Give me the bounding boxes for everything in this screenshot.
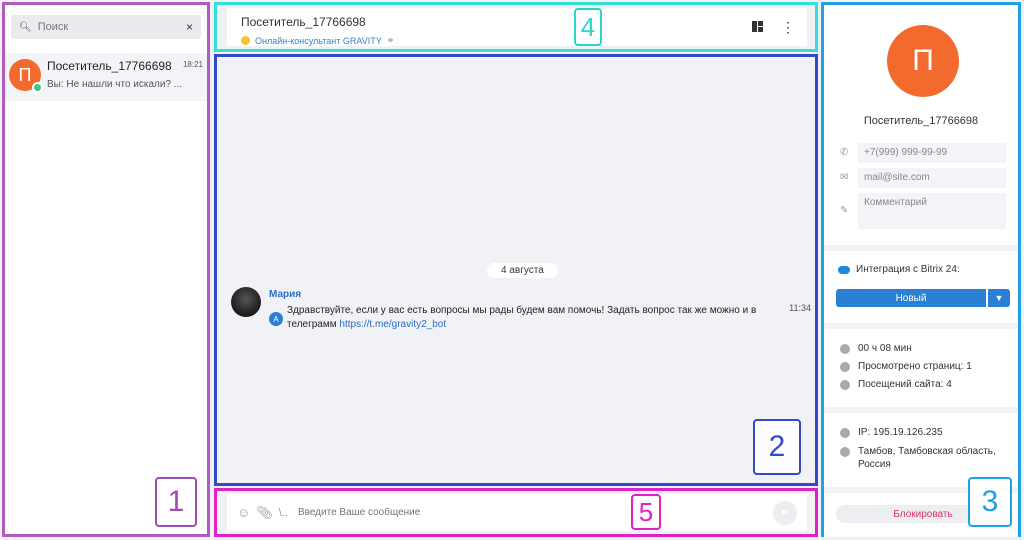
chat-header: Посетитель_17766698 Онлайн-консультант G… — [227, 8, 807, 46]
integration-section: Интеграция с Bitrix 24: Новый ▼ — [824, 251, 1018, 323]
external-link-icon — [840, 427, 850, 438]
visitor-ip: IP: 195.19.126.235 — [858, 427, 943, 438]
message-input[interactable] — [297, 507, 773, 518]
globe-icon — [840, 447, 850, 457]
panel-number-badge-1: 1 — [155, 477, 197, 527]
panel-number-badge-3: 3 — [968, 477, 1012, 527]
message-text: Здравствуйте, если у вас есть вопросы мы… — [287, 304, 767, 332]
link-icon[interactable]: ⚭ — [387, 35, 395, 46]
message-link[interactable]: https://t.me/gravity2_bot — [339, 319, 446, 330]
chat-name: Посетитель_17766698 — [47, 59, 172, 73]
visitor-profile-section: П Посетитель_17766698 ✆ +7(999) 999-99-9… — [824, 5, 1018, 245]
eye-icon — [840, 361, 850, 372]
panel-number-badge-4: 4 — [574, 8, 602, 46]
status-dot-icon — [241, 36, 250, 45]
chat-header-panel: Посетитель_17766698 Онлайн-консультант G… — [214, 2, 818, 52]
visits-icon — [840, 379, 850, 390]
online-indicator — [32, 82, 43, 93]
clear-search-icon[interactable]: × — [186, 20, 193, 34]
integration-label: Интеграция с Bitrix 24: — [856, 264, 960, 275]
pages-viewed: Просмотрено страниц: 1 — [858, 361, 972, 372]
visitor-name[interactable]: Посетитель_17766698 — [824, 115, 1018, 127]
cloud-icon — [838, 265, 850, 274]
message-input-panel: ☺ 📎︎ \.. ► 5 — [214, 488, 818, 537]
author-avatar — [231, 287, 261, 317]
status-select[interactable]: Новый ▼ — [836, 289, 1010, 307]
panel-number-badge-2: 2 — [753, 419, 801, 475]
panel-number-badge-5: 5 — [631, 494, 661, 530]
message-author: Мария — [269, 289, 302, 300]
messages-panel: 4 августа Мария А Здравствуйте, если у в… — [214, 54, 818, 486]
search-input[interactable]: Поиск — [38, 21, 186, 33]
comment-icon: ✎ — [840, 205, 849, 216]
chat-title: Посетитель_17766698 — [241, 15, 366, 29]
send-button[interactable]: ► — [773, 500, 797, 525]
email-field[interactable]: mail@site.com — [858, 168, 1006, 188]
message-time: 11:34 — [789, 303, 811, 313]
search-box[interactable]: 🔍︎ Поиск × — [11, 15, 201, 39]
message-composer: ☺ 📎︎ \.. ► — [227, 494, 807, 531]
location-section: IP: 195.19.126.235 Тамбов, Тамбовская об… — [824, 413, 1018, 487]
chevron-down-icon[interactable]: ▼ — [988, 289, 1010, 307]
operator-name: Онлайн-консультант GRAVITY — [255, 35, 382, 46]
site-visits: Посещений сайта: 4 — [858, 379, 952, 390]
avatar-initial: П — [18, 64, 32, 85]
visit-stats-section: 00 ч 08 мин Просмотрено страниц: 1 Посещ… — [824, 329, 1018, 407]
date-separator: 4 августа — [487, 263, 558, 278]
avatar: П — [9, 59, 43, 93]
visitor-avatar: П — [887, 25, 959, 97]
more-menu-icon[interactable]: ⋮ — [781, 20, 795, 34]
mail-icon: ✉ — [840, 172, 849, 183]
search-icon: 🔍︎ — [19, 21, 32, 33]
operator-badge: А — [269, 312, 283, 326]
attach-icon[interactable]: 📎︎ — [256, 505, 273, 521]
layout-icon[interactable] — [752, 21, 763, 32]
chat-preview: Вы: Не нашли что искали? ... — [47, 79, 183, 90]
phone-icon: ✆ — [840, 147, 849, 158]
emoji-icon[interactable]: ☺ — [237, 505, 250, 520]
app-root: 🔍︎ Поиск × П Посетитель_17766698 Вы: Не … — [0, 0, 1024, 540]
session-time: 00 ч 08 мин — [858, 343, 912, 354]
phone-field[interactable]: +7(999) 999-99-99 — [858, 143, 1006, 163]
status-value[interactable]: Новый — [836, 289, 986, 307]
visitor-location: Тамбов, Тамбовская область, Россия — [858, 446, 996, 470]
chat-subtitle: Онлайн-консультант GRAVITY ⚭ — [241, 35, 394, 46]
send-icon: ► — [780, 507, 790, 518]
visitor-info-panel: П Посетитель_17766698 ✆ +7(999) 999-99-9… — [821, 2, 1021, 537]
comment-field[interactable]: Комментарий — [858, 193, 1006, 229]
chat-list-panel: 🔍︎ Поиск × П Посетитель_17766698 Вы: Не … — [2, 2, 210, 537]
clock-icon — [840, 343, 850, 354]
chat-time: 18:21 — [182, 60, 203, 69]
chat-list-item[interactable]: П Посетитель_17766698 Вы: Не нашли что и… — [5, 53, 207, 101]
quick-replies-icon[interactable]: \.. — [279, 507, 288, 519]
